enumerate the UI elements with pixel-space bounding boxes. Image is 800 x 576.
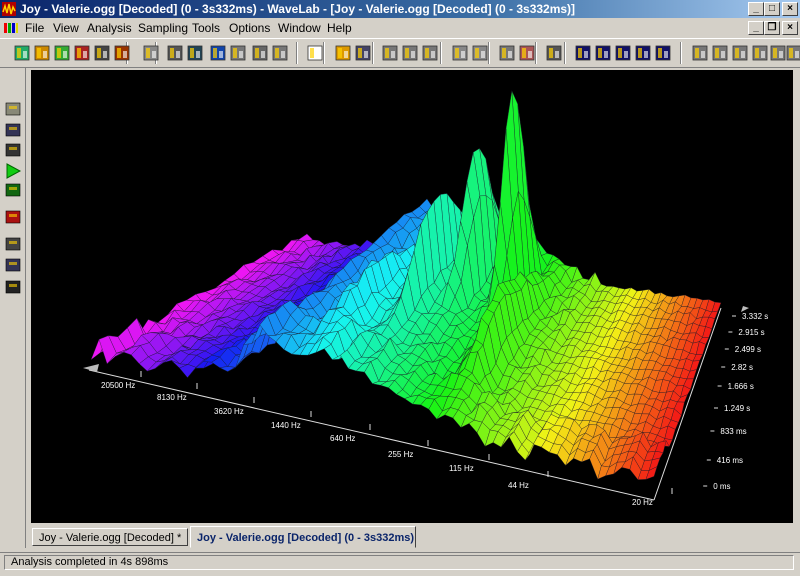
- child-minimize-button[interactable]: _: [748, 21, 764, 35]
- zoom-icon[interactable]: [185, 43, 205, 63]
- menu-tools[interactable]: Tools: [192, 21, 220, 35]
- new-file-icon[interactable]: [305, 43, 325, 63]
- freq-axis-label: 115 Hz: [449, 464, 474, 473]
- left-toolbar: [0, 68, 26, 548]
- menu-window[interactable]: Window: [278, 21, 321, 35]
- split-icon[interactable]: [593, 43, 613, 63]
- title-bar[interactable]: Joy - Valerie.ogg [Decoded] (0 - 3s332ms…: [0, 0, 800, 18]
- tape-icon[interactable]: [4, 100, 22, 118]
- phase-meter-icon[interactable]: [92, 43, 112, 63]
- menu-file[interactable]: File: [25, 21, 44, 35]
- time-axis-label: 1.249 s: [724, 404, 750, 413]
- crossfade-icon[interactable]: [750, 43, 770, 63]
- camera-icon[interactable]: [4, 141, 22, 159]
- copy-icon[interactable]: [400, 43, 420, 63]
- redo-icon[interactable]: [470, 43, 490, 63]
- eraser-icon[interactable]: [517, 43, 537, 63]
- spectroscope-icon[interactable]: [52, 43, 72, 63]
- tab-decoded-range[interactable]: Joy - Valerie.ogg [Decoded] (0 - 3s332ms…: [190, 526, 416, 548]
- navigate-forward-icon[interactable]: [730, 43, 750, 63]
- time-axis-label: 833 ms: [720, 427, 746, 436]
- freq-axis-label: 44 Hz: [508, 481, 529, 490]
- document-tab-bar: Joy - Valerie.ogg [Decoded] * Joy - Vale…: [26, 524, 800, 548]
- freq-axis-label: 1440 Hz: [271, 421, 301, 430]
- tile-icon[interactable]: [573, 43, 593, 63]
- maximize-button[interactable]: □: [764, 2, 780, 16]
- menu-sampling[interactable]: Sampling: [138, 21, 188, 35]
- 3d-spectrum-plot[interactable]: 20500 Hz 8130 Hz 3620 Hz 1440 Hz 640 Hz 255 H…: [31, 70, 793, 523]
- play-icon[interactable]: [4, 162, 22, 180]
- save-icon[interactable]: [353, 43, 373, 63]
- time-axis-label: 0 ms: [713, 482, 730, 491]
- time-axis-label: 416 ms: [717, 456, 743, 465]
- window-list-icon[interactable]: [653, 43, 673, 63]
- spectrum-view-icon[interactable]: [12, 43, 32, 63]
- child-restore-button[interactable]: ❐: [764, 21, 780, 35]
- wave-meter-icon[interactable]: [112, 43, 132, 63]
- paste-icon[interactable]: [420, 43, 440, 63]
- freq-axis-label: 640 Hz: [330, 434, 355, 443]
- document-icon[interactable]: [3, 21, 19, 35]
- stop-icon[interactable]: [250, 43, 270, 63]
- undo-icon[interactable]: [450, 43, 470, 63]
- cut-icon[interactable]: [380, 43, 400, 63]
- time-axis-label: 1.666 s: [728, 382, 754, 391]
- speaker-icon[interactable]: [165, 43, 185, 63]
- open-folder-icon[interactable]: [333, 43, 353, 63]
- tab-decoded[interactable]: Joy - Valerie.ogg [Decoded] *: [32, 528, 188, 546]
- menu-bar: File View Analysis Sampling Tools Option…: [0, 18, 800, 38]
- time-axis-label: 2.82 s: [731, 363, 753, 372]
- crop-icon[interactable]: [141, 43, 161, 63]
- status-text: Analysis completed in 4s 898ms: [4, 555, 794, 570]
- time-axis-label: 2.499 s: [735, 345, 761, 354]
- minimize-button[interactable]: _: [748, 2, 764, 16]
- window-title: Joy - Valerie.ogg [Decoded] (0 - 3s332ms…: [20, 2, 576, 16]
- time-axis-label: 3.332 s: [742, 312, 768, 321]
- freq-axis-label: 20 Hz: [632, 498, 653, 507]
- time-axis-label: 2.915 s: [738, 328, 764, 337]
- stopwatch-icon[interactable]: [4, 256, 22, 274]
- freq-axis-label: 20500 Hz: [101, 381, 135, 390]
- freq-axis-label: 255 Hz: [388, 450, 413, 459]
- horizontal-icon[interactable]: [613, 43, 633, 63]
- menu-analysis[interactable]: Analysis: [87, 21, 132, 35]
- jump-icon[interactable]: [228, 43, 248, 63]
- settings-icon[interactable]: [784, 43, 800, 63]
- freq-axis-label: 3620 Hz: [214, 407, 244, 416]
- cascade-icon[interactable]: [633, 43, 653, 63]
- globe-icon[interactable]: [4, 121, 22, 139]
- menu-help[interactable]: Help: [327, 21, 352, 35]
- loop-icon[interactable]: [270, 43, 290, 63]
- filter-icon[interactable]: [4, 208, 22, 226]
- navigate-back-icon[interactable]: [710, 43, 730, 63]
- cursor-move-icon[interactable]: [690, 43, 710, 63]
- battery-icon[interactable]: [4, 235, 22, 253]
- status-bar: Analysis completed in 4s 898ms: [0, 552, 800, 572]
- freq-axis-label: 8130 Hz: [157, 393, 187, 402]
- marker-list-icon[interactable]: [4, 181, 22, 199]
- level-meter-icon[interactable]: [32, 43, 52, 63]
- menu-options[interactable]: Options: [229, 21, 270, 35]
- main-toolbar: [0, 38, 800, 68]
- wavelab-app-icon[interactable]: [2, 2, 16, 16]
- menu-view[interactable]: View: [53, 21, 79, 35]
- bit-meter-icon[interactable]: [72, 43, 92, 63]
- microphone-icon[interactable]: [4, 278, 22, 296]
- pause-icon[interactable]: [208, 43, 228, 63]
- mix-icon[interactable]: [497, 43, 517, 63]
- child-close-button[interactable]: ×: [782, 21, 798, 35]
- speaker-small-icon[interactable]: [544, 43, 564, 63]
- spectrum-surface: 20500 Hz 8130 Hz 3620 Hz 1440 Hz 640 Hz 255 H…: [83, 90, 768, 507]
- close-button[interactable]: ×: [782, 2, 798, 16]
